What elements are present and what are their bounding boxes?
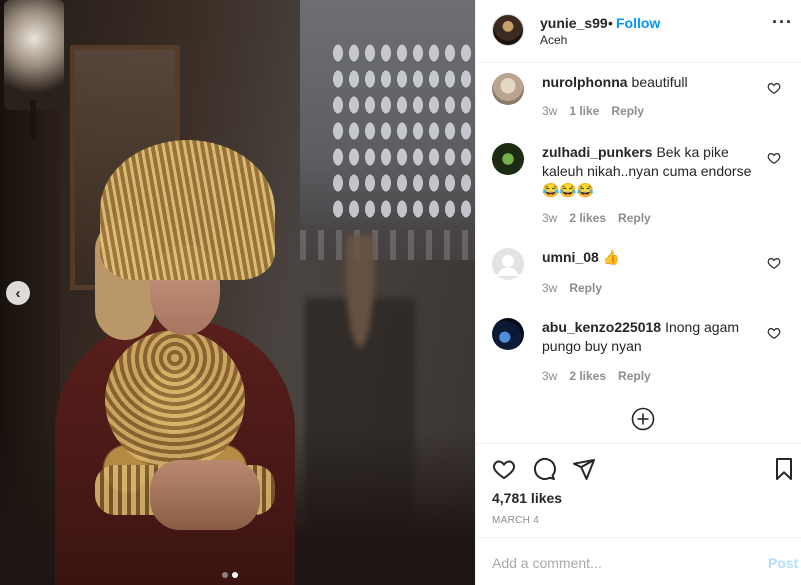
- reply-button[interactable]: Reply: [618, 211, 651, 225]
- comment-body: abu_kenzo225018 Inong agam pungo buy nyan: [542, 318, 758, 356]
- reply-button[interactable]: Reply: [611, 104, 644, 118]
- comment-likes[interactable]: 2 likes: [569, 211, 606, 225]
- commenter-avatar[interactable]: [492, 73, 524, 105]
- comment-time[interactable]: 3w: [542, 104, 557, 118]
- author-avatar[interactable]: [492, 14, 524, 46]
- comment-time[interactable]: 3w: [542, 211, 557, 225]
- commenter-username[interactable]: umni_08: [542, 249, 599, 265]
- post-comment-button[interactable]: Post: [768, 555, 798, 571]
- heart-icon[interactable]: [767, 326, 781, 340]
- photo-lamp: [4, 0, 64, 110]
- reply-button[interactable]: Reply: [569, 281, 602, 295]
- comment-item: nurolphonna beautifull 3w 1 like Reply: [476, 71, 801, 131]
- comment-item: zulhadi_punkers Bek ka pike kaleuh nikah.…: [476, 141, 801, 231]
- commenter-avatar[interactable]: [492, 248, 524, 280]
- comment-body: nurolphonna beautifull: [542, 73, 758, 92]
- save-bookmark-icon[interactable]: [772, 457, 796, 481]
- follow-button[interactable]: Follow: [616, 15, 660, 31]
- photo-bride-crown: [100, 140, 275, 280]
- photo-lamp-arm: [30, 100, 36, 140]
- commenter-username[interactable]: zulhadi_punkers: [542, 144, 652, 160]
- comment-body: umni_08 👍: [542, 248, 758, 267]
- comments-list[interactable]: nurolphonna beautifull 3w 1 like Reply zu…: [476, 63, 801, 443]
- comment-likes[interactable]: 2 likes: [569, 369, 606, 383]
- comment-meta: 3w 1 like Reply: [542, 104, 644, 118]
- commenter-username[interactable]: nurolphonna: [542, 74, 628, 90]
- carousel-dot-active: [232, 572, 238, 578]
- commenter-avatar[interactable]: [492, 318, 524, 350]
- comment-meta: 3w Reply: [542, 281, 602, 295]
- photo-bride-hands: [150, 460, 260, 530]
- header-separator: •: [608, 15, 613, 31]
- comment-bubble-icon[interactable]: [532, 457, 556, 481]
- post-header: yunie_s99 • Follow Aceh ···: [476, 0, 801, 63]
- comment-time[interactable]: 3w: [542, 281, 557, 295]
- post-location[interactable]: Aceh: [540, 33, 567, 47]
- heart-icon[interactable]: [767, 256, 781, 270]
- comment-text: beautifull: [631, 74, 688, 90]
- post-photo[interactable]: ‹: [0, 0, 475, 585]
- like-heart-icon[interactable]: [492, 457, 516, 481]
- heart-icon[interactable]: [767, 151, 781, 165]
- more-horizontal-icon[interactable]: ···: [772, 12, 793, 33]
- comment-item: umni_08 👍 3w Reply: [476, 246, 801, 306]
- likes-count[interactable]: 4,781 likes: [492, 490, 562, 506]
- previous-slide-button[interactable]: ‹: [6, 281, 30, 305]
- chevron-left-icon: ‹: [15, 284, 21, 302]
- load-more-comments-icon[interactable]: [631, 407, 655, 431]
- carousel-dots: [222, 572, 238, 578]
- commenter-avatar[interactable]: [492, 143, 524, 175]
- carousel-dot: [222, 572, 228, 578]
- photo-bride-necklace: [105, 330, 245, 470]
- comment-text: 👍: [602, 249, 621, 265]
- author-username[interactable]: yunie_s99: [540, 15, 608, 31]
- default-user-icon: [497, 255, 519, 276]
- comment-time[interactable]: 3w: [542, 369, 557, 383]
- post-date[interactable]: MARCH 4: [492, 515, 539, 526]
- comment-input[interactable]: [492, 553, 742, 573]
- post-side-panel: yunie_s99 • Follow Aceh ··· nurolphonna b…: [475, 0, 801, 585]
- share-paper-plane-icon[interactable]: [572, 457, 596, 481]
- add-comment-bar: Post: [476, 537, 801, 585]
- commenter-username[interactable]: abu_kenzo225018: [542, 319, 661, 335]
- comment-meta: 3w 2 likes Reply: [542, 369, 651, 383]
- comment-meta: 3w 2 likes Reply: [542, 211, 651, 225]
- heart-icon[interactable]: [767, 81, 781, 95]
- comment-body: zulhadi_punkers Bek ka pike kaleuh nikah.…: [542, 143, 758, 200]
- reply-button[interactable]: Reply: [618, 369, 651, 383]
- photo-window-carving: [330, 40, 475, 220]
- comment-item: abu_kenzo225018 Inong agam pungo buy nyan…: [476, 316, 801, 386]
- comment-likes[interactable]: 1 like: [569, 104, 599, 118]
- post-actions: 4,781 likes MARCH 4: [476, 443, 801, 533]
